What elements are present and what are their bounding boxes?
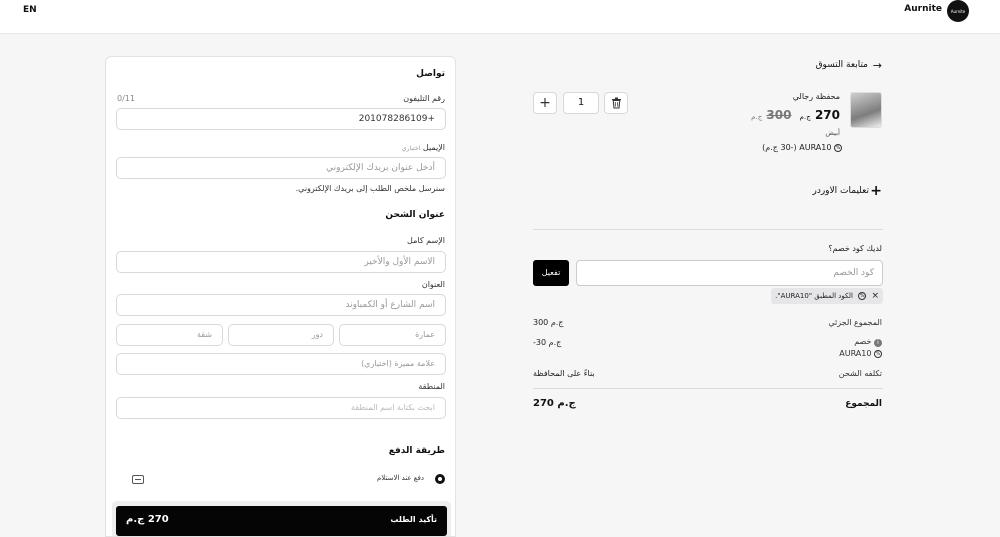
- name-label: الإسم كامل: [407, 236, 445, 245]
- cod-option-label[interactable]: دفع عند الاستلام: [377, 474, 424, 482]
- address-input[interactable]: اسم الشارع أو الكمباوند: [116, 294, 446, 316]
- discount-label: خصم: [854, 337, 872, 346]
- arrow-right-icon[interactable]: →: [873, 59, 882, 72]
- discount-value: -30 ج.م: [533, 338, 562, 347]
- discount-question: لديك كود خصم؟: [828, 244, 882, 253]
- divider: [533, 229, 883, 230]
- brand-logo[interactable]: Aurnite: [947, 0, 969, 22]
- email-optional-tag: اختياري: [401, 145, 421, 152]
- old-price-currency: ج.م: [751, 113, 763, 121]
- subtotal-value: 300 ج.م: [533, 318, 564, 327]
- cash-icon: [132, 475, 144, 484]
- applied-code-text: الكود المطبق "AURA10".: [775, 292, 853, 300]
- increase-quantity-button[interactable]: +: [533, 92, 557, 114]
- full-name-input[interactable]: الاسم الأول والأخير: [116, 251, 446, 273]
- quantity-field[interactable]: 1: [563, 92, 599, 114]
- plus-expand-icon[interactable]: +: [870, 183, 882, 199]
- divider: [533, 388, 883, 389]
- top-bar: EN Aurnite Aurnite: [0, 0, 1000, 34]
- contact-title: تواصل: [416, 69, 445, 79]
- apartment-input[interactable]: شقة: [116, 324, 223, 346]
- shipping-label: تكلفه الشحن: [838, 369, 882, 378]
- item-discount: % AURA10 (-30 ج.م): [762, 143, 842, 152]
- region-label: المنطقة: [418, 382, 445, 391]
- discount-code: AURA10: [839, 349, 872, 358]
- logo-text: Aurnite: [950, 8, 966, 14]
- checkout-form-card: تواصل رقم التليفون 0/11 +201078286109 ال…: [105, 56, 456, 537]
- remove-code-icon[interactable]: ×: [871, 291, 879, 301]
- plus-icon: +: [539, 95, 551, 111]
- email-label: الإيميل اختياري: [402, 143, 445, 152]
- confirm-order-total: 270 ج.م: [126, 514, 169, 525]
- apply-code-button[interactable]: تفعيل: [533, 260, 569, 286]
- product-price: 270 ج.م 300 ج.م: [751, 108, 840, 122]
- product-color: أبيض: [825, 129, 840, 137]
- discount-label-row: i خصم: [854, 337, 882, 347]
- confirm-order-label: تأكيد الطلب: [390, 515, 437, 524]
- phone-label: رقم التليفون: [403, 94, 445, 103]
- floor-input[interactable]: دور: [228, 324, 334, 346]
- cod-radio[interactable]: [435, 474, 445, 484]
- brand-name[interactable]: Aurnite: [904, 4, 942, 14]
- delete-item-button[interactable]: [604, 92, 628, 114]
- payment-title: طريقة الدفع: [388, 446, 445, 456]
- discount-tag-icon: %: [834, 143, 842, 152]
- shipping-value: بناءً على المحافظة: [533, 369, 595, 378]
- total-value: 270 ج.م: [533, 398, 576, 409]
- product-thumbnail: [850, 92, 882, 128]
- price-currency: ج.م: [799, 113, 811, 121]
- shipping-title: عنوان الشحن: [385, 210, 445, 220]
- subtotal-label: المجموع الجزئي: [828, 318, 882, 327]
- total-label: المجموع: [845, 399, 882, 409]
- old-price: 300: [766, 108, 792, 122]
- coupon-tag-icon: %: [858, 292, 867, 300]
- price-value: 270: [814, 108, 840, 122]
- phone-input[interactable]: +201078286109: [116, 108, 446, 130]
- email-label-text: الإيميل: [422, 143, 445, 152]
- building-input[interactable]: عمارة: [339, 324, 446, 346]
- product-name: محفظة رجالي: [792, 92, 840, 101]
- discount-code-row: % AURA10: [839, 349, 882, 358]
- discount-code-tag-icon: %: [874, 349, 882, 358]
- address-label: العنوان: [421, 280, 445, 289]
- order-notes-toggle[interactable]: تعليمات الاوردر: [812, 186, 869, 196]
- email-input[interactable]: أدخل عنوان بريدك الإلكتروني: [116, 157, 446, 179]
- language-switch[interactable]: EN: [23, 5, 37, 15]
- phone-counter: 0/11: [117, 94, 135, 103]
- trash-icon: [611, 97, 621, 109]
- continue-shopping-link[interactable]: متابعة التسوق: [816, 60, 868, 70]
- info-icon[interactable]: i: [874, 339, 882, 347]
- landmark-input[interactable]: علامة مميزة (اختياري): [116, 353, 446, 375]
- confirm-order-button[interactable]: تأكيد الطلب 270 ج.م: [116, 506, 447, 536]
- discount-code-input[interactable]: كود الخصم: [576, 260, 883, 286]
- item-discount-text: AURA10 (-30 ج.م): [762, 143, 832, 152]
- region-search-input[interactable]: ابحث بكتابة اسم المنطقة: [116, 397, 446, 419]
- email-hint: سنرسل ملخص الطلب إلى بريدك الإلكتروني.: [295, 184, 445, 193]
- applied-code-chip: × % الكود المطبق "AURA10".: [771, 288, 883, 304]
